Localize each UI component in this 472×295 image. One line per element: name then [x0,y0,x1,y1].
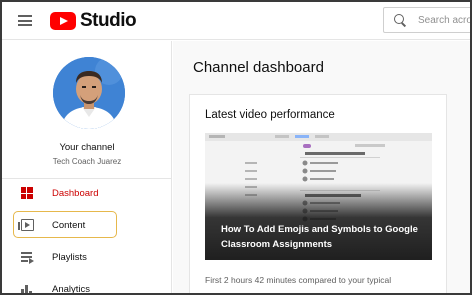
sidebar-item-label: Playlists [52,251,87,263]
content-highlight-box [13,211,117,238]
search-icon[interactable] [394,14,406,26]
playlists-icon [21,251,34,264]
dashboard-icon [21,187,34,199]
channel-name: Tech Coach Juarez [52,157,122,166]
main-content: Channel dashboard Latest video performan… [173,41,470,293]
performance-summary: First 2 hours 42 minutes compared to you… [205,275,392,285]
sidebar: Your channel Tech Coach Juarez Dashboard… [2,41,172,295]
youtube-studio-logo[interactable]: Studio [50,10,137,31]
sidebar-item-analytics[interactable]: Analytics [2,275,172,295]
channel-avatar-photo [53,57,125,129]
sidebar-item-dashboard[interactable]: Dashboard [2,179,172,207]
your-channel-label: Your channel [59,142,115,153]
video-thumbnail[interactable]: How To Add Emojis and Symbols to Google … [205,133,432,260]
latest-video-card: Latest video performance How To Add Emoj… [189,94,447,293]
sidebar-item-label: Dashboard [52,187,99,199]
youtube-play-icon [50,12,76,30]
search-box[interactable] [383,7,470,33]
avatar[interactable] [53,57,125,129]
sidebar-item-playlists[interactable]: Playlists [2,243,172,271]
logo-text: Studio [80,10,137,31]
search-input[interactable] [418,14,470,26]
studio-window: Studio Your channel Tech Coach Juarez [0,0,472,295]
menu-icon[interactable] [18,15,32,26]
page-title: Channel dashboard [193,59,324,76]
top-bar: Studio [2,2,470,40]
video-title: How To Add Emojis and Symbols to Google … [221,224,418,250]
analytics-icon [21,283,34,293]
card-title: Latest video performance [205,109,335,121]
sidebar-item-label: Analytics [52,283,91,295]
